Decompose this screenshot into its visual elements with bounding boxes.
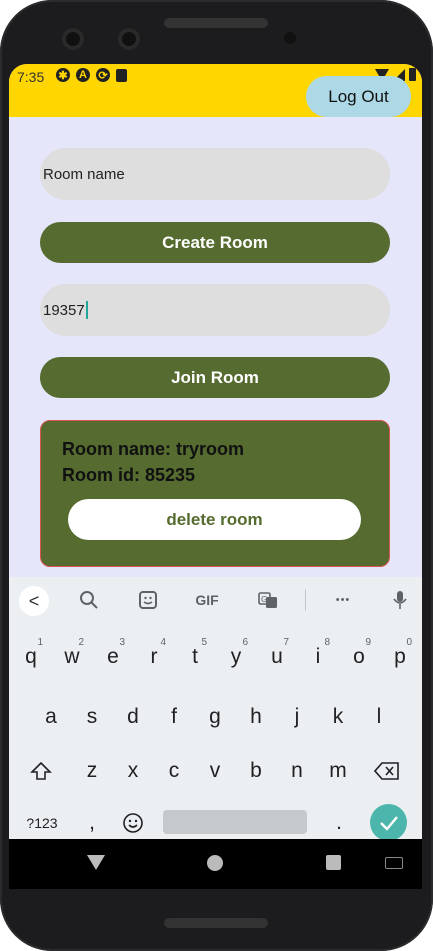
battery-icon: [409, 68, 416, 81]
key-y[interactable]: y6: [216, 637, 256, 677]
delete-room-button[interactable]: delete room: [68, 499, 361, 540]
settings-icon: ✱: [56, 68, 70, 82]
key-number-hint: 5: [201, 637, 207, 648]
key-number-hint: 2: [78, 637, 84, 648]
key-d[interactable]: d: [113, 697, 153, 737]
key-f[interactable]: f: [154, 697, 194, 737]
key-b[interactable]: b: [236, 751, 276, 791]
key-s[interactable]: s: [72, 697, 112, 737]
key-q[interactable]: q1: [11, 637, 51, 677]
key-letter: t: [192, 645, 198, 668]
bottom-speaker: [164, 918, 268, 928]
key-letter: q: [25, 645, 37, 668]
key-letter: o: [353, 645, 365, 668]
join-room-button[interactable]: Join Room: [40, 357, 390, 398]
key-p[interactable]: p0: [380, 637, 420, 677]
room-id-value: 19357: [43, 301, 85, 319]
home-nav-icon[interactable]: [207, 855, 223, 871]
shift-key[interactable]: [21, 751, 61, 791]
key-j[interactable]: j: [277, 697, 317, 737]
keyboard-row-3: zxcvbnm: [9, 751, 422, 791]
key-n[interactable]: n: [277, 751, 317, 791]
sd-card-icon: [116, 68, 127, 82]
key-e[interactable]: e3: [93, 637, 133, 677]
svg-text:G: G: [261, 595, 267, 604]
proximity-sensor: [284, 32, 296, 44]
key-a[interactable]: a: [31, 697, 71, 737]
front-camera-icon: [118, 28, 140, 50]
key-g[interactable]: g: [195, 697, 235, 737]
key-t[interactable]: t5: [175, 637, 215, 677]
period-key[interactable]: .: [319, 803, 359, 843]
sticker-icon[interactable]: [136, 588, 160, 612]
key-letter: r: [150, 645, 158, 668]
key-letter: i: [315, 645, 321, 668]
sync-icon: ⟳: [96, 68, 110, 82]
key-number-hint: 1: [37, 637, 43, 648]
key-number-hint: 8: [324, 637, 330, 648]
key-number-hint: 0: [406, 637, 412, 648]
key-z[interactable]: z: [72, 751, 112, 791]
key-number-hint: 3: [119, 637, 125, 648]
key-letter: p: [394, 645, 406, 668]
room-id-label: Room id: 85235: [62, 465, 196, 485]
key-number-hint: 6: [242, 637, 248, 648]
chevron-left-icon[interactable]: <: [19, 586, 49, 616]
key-w[interactable]: w2: [52, 637, 92, 677]
room-name-input[interactable]: Room name: [40, 148, 390, 200]
room-name-label: Room name: tryroom: [62, 439, 245, 459]
search-icon[interactable]: [77, 588, 101, 612]
text-cursor: [85, 301, 88, 319]
key-c[interactable]: c: [154, 751, 194, 791]
room-card: Room name: tryroom Room id: 85235 delete…: [40, 420, 390, 567]
status-notification-icons: ✱ A ⟳: [56, 68, 127, 82]
key-r[interactable]: r4: [134, 637, 174, 677]
key-number-hint: 4: [160, 637, 166, 648]
app-bar: 7:35 ✱ A ⟳ Log Out: [9, 64, 422, 117]
key-number-hint: 9: [365, 637, 371, 648]
keyboard-row-2: asdfghjkl: [9, 697, 422, 737]
key-h[interactable]: h: [236, 697, 276, 737]
enter-key[interactable]: [370, 804, 407, 841]
key-letter: y: [230, 645, 242, 668]
key-l[interactable]: l: [359, 697, 399, 737]
screen: 7:35 ✱ A ⟳ Log Out Room name Create Room…: [9, 64, 422, 889]
key-v[interactable]: v: [195, 751, 235, 791]
key-k[interactable]: k: [318, 697, 358, 737]
recents-nav-icon[interactable]: [326, 855, 341, 870]
key-letter: u: [271, 645, 283, 668]
key-letter: e: [107, 645, 119, 668]
earpiece-speaker: [164, 18, 268, 28]
more-icon[interactable]: •••: [329, 588, 357, 612]
app-notification-icon: A: [76, 68, 90, 82]
room-id-input[interactable]: 19357: [40, 284, 390, 336]
keyboard-switch-icon[interactable]: [385, 857, 403, 869]
keyboard-row-1: q1w2e3r4t5y6u7i8o9p0: [9, 637, 422, 677]
key-i[interactable]: i8: [298, 637, 338, 677]
key-letter: w: [64, 645, 80, 668]
logout-button[interactable]: Log Out: [306, 76, 411, 117]
symbols-key[interactable]: ?123: [22, 803, 62, 843]
soft-keyboard: < GIF G ••• q1w2e3r4t5y6u7i8o9p0 asdfghj: [9, 577, 422, 841]
status-time: 7:35: [17, 69, 45, 85]
key-m[interactable]: m: [318, 751, 358, 791]
key-o[interactable]: o9: [339, 637, 379, 677]
key-number-hint: 7: [283, 637, 289, 648]
key-x[interactable]: x: [113, 751, 153, 791]
create-room-button[interactable]: Create Room: [40, 222, 390, 263]
space-bar[interactable]: [163, 810, 307, 834]
translate-icon[interactable]: G: [256, 588, 280, 612]
gif-icon[interactable]: GIF: [191, 588, 223, 612]
phone-frame: 7:35 ✱ A ⟳ Log Out Room name Create Room…: [0, 0, 433, 951]
microphone-icon[interactable]: [389, 588, 411, 612]
system-nav-bar: [9, 839, 422, 889]
back-nav-icon[interactable]: [87, 855, 105, 870]
backspace-key[interactable]: [367, 751, 407, 791]
front-camera-icon: [62, 28, 84, 50]
toolbar-divider: [305, 589, 306, 611]
comma-key[interactable]: ,: [72, 803, 112, 843]
emoji-icon[interactable]: [113, 803, 153, 843]
keyboard-toolbar: < GIF G •••: [9, 577, 422, 623]
key-u[interactable]: u7: [257, 637, 297, 677]
